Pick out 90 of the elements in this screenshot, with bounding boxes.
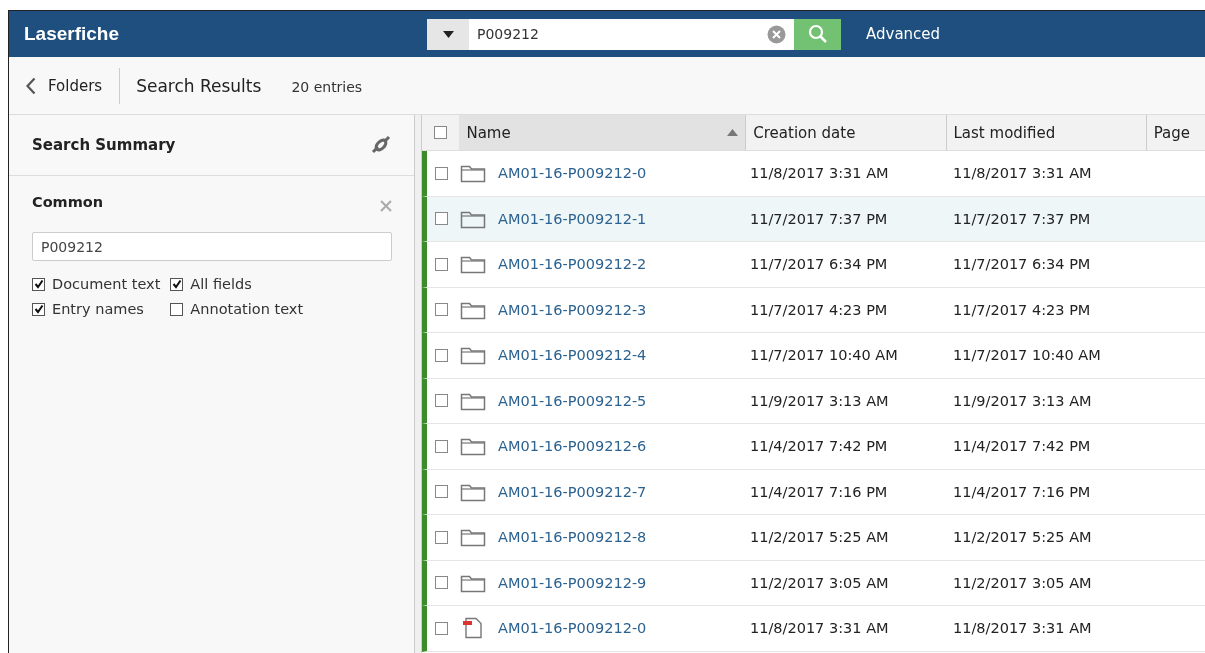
row-checkbox[interactable] <box>434 212 448 226</box>
row-checkbox[interactable] <box>434 303 448 317</box>
result-row[interactable]: AM01-16-P009212-3 11/7/2017 4:23 PM 11/7/2017 4:23 PM <box>422 287 1205 333</box>
entry-link[interactable]: AM01-16-P009212-3 <box>498 301 647 318</box>
table-cell-text: 11/7/2017 6:34 PM <box>750 256 889 273</box>
search-button[interactable] <box>794 18 841 50</box>
table-cell: 11/7/2017 6:34 PM <box>953 256 1091 273</box>
column-header[interactable]: Page <box>1145 115 1205 150</box>
result-row[interactable]: AM01-16-P009212-4 11/7/2017 10:40 AM 11/7/2017 10:40 AM <box>422 333 1205 379</box>
logo: Laserfiche <box>24 23 121 45</box>
result-row[interactable]: AM01-16-P009212-9 11/2/2017 3:05 AM 11/2/2017 3:05 AM <box>422 560 1205 606</box>
option-label: Document text <box>52 276 161 292</box>
search-scope-dropdown[interactable] <box>427 18 469 50</box>
folder-icon <box>460 436 486 457</box>
link-icon[interactable] <box>370 134 392 156</box>
option-label: All fields <box>190 276 252 292</box>
search-field[interactable]: P009212 <box>469 18 794 50</box>
folder-icon <box>460 527 486 548</box>
row-checkbox[interactable] <box>434 257 448 271</box>
table-cell: 11/2/2017 3:05 AM <box>953 574 1092 591</box>
table-cell-text: 11/8/2017 3:31 AM <box>750 165 890 182</box>
table-cell: 11/4/2017 7:16 PM <box>953 483 1091 500</box>
column-header[interactable]: Name <box>459 115 746 150</box>
folder-icon <box>460 254 486 275</box>
result-row[interactable]: AM01-16-P009212-6 11/4/2017 7:42 PM 11/4/2017 7:42 PM <box>422 424 1205 470</box>
entry-link[interactable]: AM01-16-P009212-9 <box>498 574 647 591</box>
row-checkbox[interactable] <box>434 576 448 590</box>
row-checkbox[interactable] <box>434 439 448 453</box>
entry-link[interactable]: AM01-16-P009212-2 <box>498 256 647 273</box>
table-cell: 11/4/2017 7:42 PM <box>953 438 1091 455</box>
table-cell-text: 11/7/2017 7:37 PM <box>750 210 889 227</box>
table-cell-text: 11/7/2017 4:23 PM <box>750 301 889 318</box>
result-row[interactable]: AM01-16-P009212-0 11/8/2017 3:31 AM 11/8/2017 3:31 AM <box>422 606 1205 652</box>
table-cell-text: 11/4/2017 7:16 PM <box>750 483 889 500</box>
option-label: Entry names <box>52 301 144 317</box>
row-checkbox[interactable] <box>434 348 448 362</box>
result-row[interactable]: AM01-16-P009212-5 11/9/2017 3:13 AM 11/9/2017 3:13 AM <box>422 378 1205 424</box>
table-cell-text: 11/9/2017 3:13 AM <box>750 392 890 409</box>
back-icon <box>26 76 36 95</box>
search-icon <box>807 24 828 44</box>
back-button[interactable]: Folders <box>9 67 121 104</box>
sort-icon <box>727 129 739 136</box>
folder-icon <box>460 163 486 184</box>
column-header[interactable]: Creation date <box>745 115 946 150</box>
table-cell: 11/7/2017 4:23 PM <box>953 301 1091 318</box>
clear-icon[interactable] <box>767 24 786 44</box>
page-title: Search Results <box>136 75 262 96</box>
search-term-field[interactable]: P009212 <box>32 232 392 261</box>
row-checkbox[interactable] <box>434 485 448 499</box>
entry-link[interactable]: AM01-16-P009212-0 <box>498 165 647 182</box>
row-checkbox[interactable] <box>434 530 448 544</box>
folder-icon <box>460 345 486 366</box>
table-cell-text: 11/2/2017 5:25 AM <box>750 529 890 546</box>
select-all-checkbox[interactable] <box>434 126 448 139</box>
table-cell: 11/7/2017 10:40 AM <box>953 347 1101 364</box>
row-checkbox[interactable] <box>434 394 448 408</box>
panel-title: Search Summary <box>32 136 176 154</box>
entry-link[interactable]: AM01-16-P009212-7 <box>498 483 647 500</box>
entry-link[interactable]: AM01-16-P009212-1 <box>498 210 647 227</box>
result-row[interactable]: AM01-16-P009212-7 11/4/2017 7:16 PM 11/4/2017 7:16 PM <box>422 469 1205 515</box>
entry-link[interactable]: AM01-16-P009212-8 <box>498 529 647 546</box>
entry-link[interactable]: AM01-16-P009212-0 <box>498 620 647 637</box>
entry-link[interactable]: AM01-16-P009212-5 <box>498 392 647 409</box>
entry-link[interactable]: AM01-16-P009212-6 <box>498 438 647 455</box>
result-row[interactable]: AM01-16-P009212-1 11/7/2017 7:37 PM 11/7/2017 7:37 PM <box>422 196 1205 242</box>
close-icon[interactable] <box>380 200 392 212</box>
section-title: Common <box>32 194 104 210</box>
entry-link[interactable]: AM01-16-P009212-4 <box>498 347 647 364</box>
result-row[interactable]: AM01-16-P009212-2 11/7/2017 6:34 PM 11/7/2017 6:34 PM <box>422 242 1205 288</box>
checkbox[interactable] <box>32 277 45 291</box>
table-cell: 11/8/2017 3:31 AM <box>953 620 1092 637</box>
table-cell-text: 11/7/2017 10:40 AM <box>750 347 899 364</box>
checkbox[interactable] <box>170 277 184 291</box>
checkbox[interactable] <box>32 302 45 316</box>
option-label: Annotation text <box>190 301 304 317</box>
checkbox[interactable] <box>170 302 184 316</box>
table-cell-text: 11/8/2017 3:31 AM <box>750 620 890 637</box>
column-header[interactable]: Last modified <box>945 115 1146 150</box>
entry-count: 20 entries <box>291 79 363 95</box>
table-cell-text: 11/2/2017 3:05 AM <box>750 574 890 591</box>
caret-icon <box>442 30 454 38</box>
table-cell-text: 11/4/2017 7:42 PM <box>750 438 889 455</box>
result-row[interactable]: AM01-16-P009212-8 11/2/2017 5:25 AM 11/2/2017 5:25 AM <box>422 515 1205 561</box>
row-checkbox[interactable] <box>434 166 448 180</box>
table-cell: 11/7/2017 7:37 PM <box>953 210 1091 227</box>
table-cell: 11/9/2017 3:13 AM <box>953 392 1092 409</box>
table-cell: 11/8/2017 3:31 AM <box>953 165 1092 182</box>
advanced-link[interactable]: Advanced <box>866 25 941 43</box>
table-cell: 11/2/2017 5:25 AM <box>953 529 1092 546</box>
row-checkbox[interactable] <box>434 621 448 635</box>
